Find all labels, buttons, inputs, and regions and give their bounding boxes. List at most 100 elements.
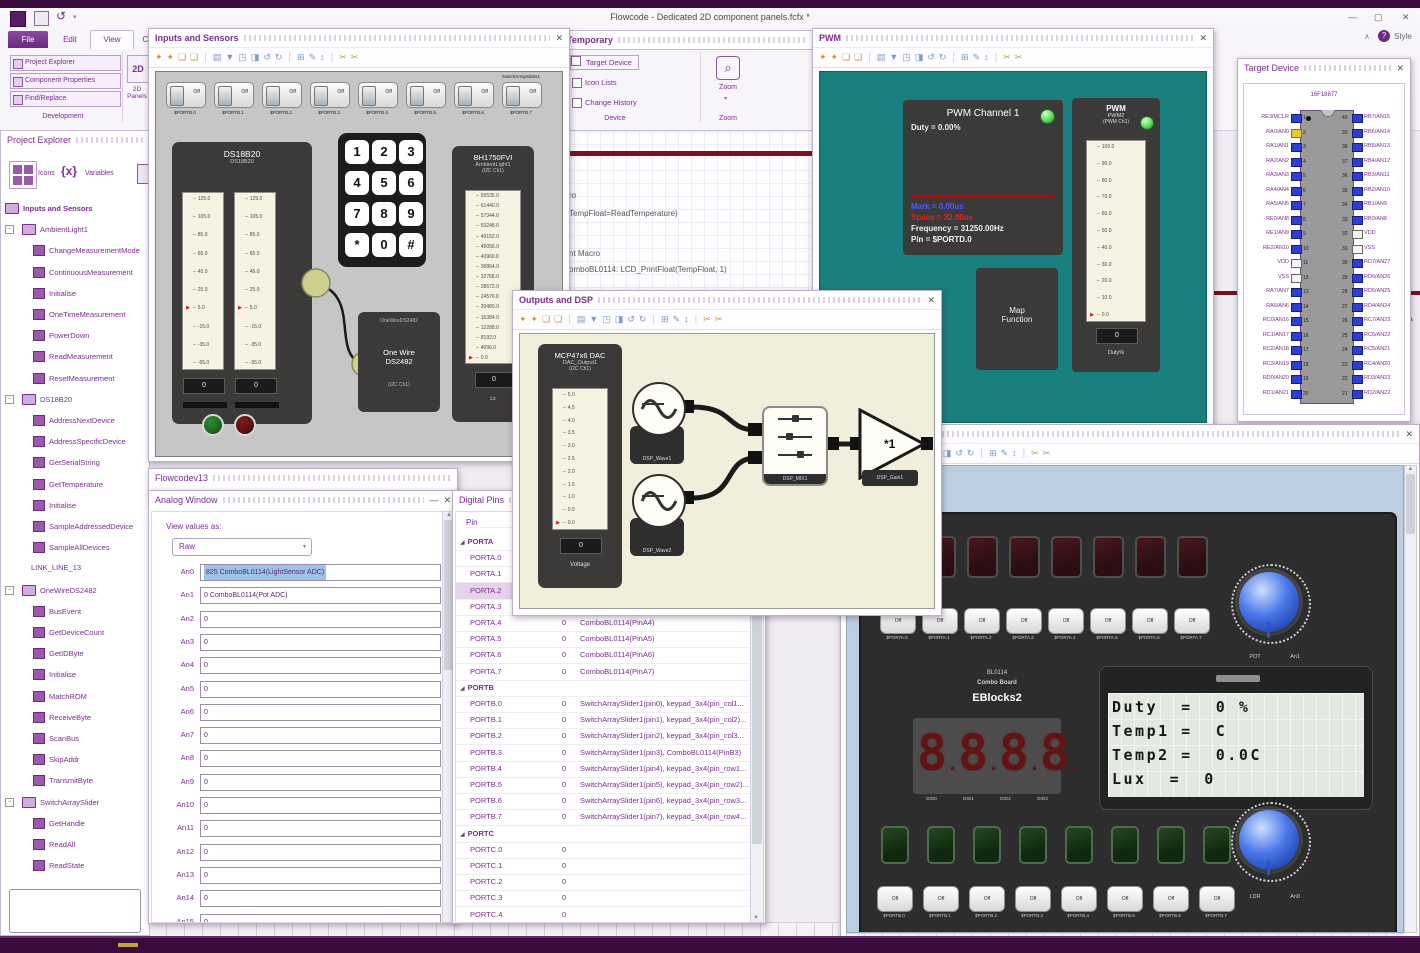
keypad-key-5[interactable]: 5 bbox=[372, 171, 396, 195]
analog-window-header[interactable]: Analog Window — ✕ bbox=[149, 491, 457, 509]
analog-row-input[interactable]: 825 ComboBL0114(LightSensor ADC) bbox=[200, 564, 441, 581]
inputs-canvas[interactable]: Off$PORTB.0Off$PORTB.1Off$PORTB.2Off$POR… bbox=[155, 71, 563, 457]
pwm-toolbar[interactable]: ✦✦❏❏|▤▼◳◨↺↻|⊞✎↕|✂✂ bbox=[813, 47, 1213, 68]
toolbar-icon[interactable]: ◳ bbox=[602, 315, 611, 324]
switch-$PORTB.4[interactable]: Off bbox=[358, 82, 398, 108]
expand-icon[interactable]: − bbox=[5, 225, 14, 234]
keypad-key-3[interactable]: 3 bbox=[399, 140, 423, 164]
board-button-$PORTB.4[interactable]: Off bbox=[1061, 886, 1097, 912]
toolbar-icon[interactable]: ▼ bbox=[889, 53, 898, 62]
tree-item-ResetMeasurement[interactable]: ResetMeasurement bbox=[5, 373, 114, 384]
tree-item-SampleAddressedDevice[interactable]: SampleAddressedDevice bbox=[5, 521, 133, 532]
tree-item-OneWireDS2482[interactable]: −OneWireDS2482 bbox=[5, 585, 97, 596]
digital-pin-row[interactable]: PORTB.10SwitchArraySlider1(pin1), keypad… bbox=[456, 712, 750, 729]
board-button-$PORTB.6[interactable]: Off bbox=[1153, 886, 1189, 912]
tree-item-ChangeMeasurementMode[interactable]: ChangeMeasurementMode bbox=[5, 245, 140, 256]
keypad-key-1[interactable]: 1 bbox=[345, 140, 369, 164]
keypad-key-8[interactable]: 8 bbox=[372, 202, 396, 226]
digital-pin-row[interactable]: PORTC.30 bbox=[456, 890, 750, 907]
tree-item-ContinuousMeasurement[interactable]: ContinuousMeasurement bbox=[5, 267, 133, 278]
tree-item-TransmitByte[interactable]: TransmitByte bbox=[5, 775, 93, 786]
tab-file[interactable]: File bbox=[8, 31, 48, 48]
minimize-icon[interactable]: — bbox=[429, 496, 438, 505]
ldr-knob[interactable] bbox=[1239, 810, 1299, 870]
inputs-panel-header[interactable]: Inputs and Sensors ✕ bbox=[149, 29, 569, 47]
toolbar-icon[interactable]: ✦ bbox=[519, 315, 527, 324]
keypad-key-4[interactable]: 4 bbox=[345, 171, 369, 195]
switch-rocker[interactable] bbox=[458, 86, 472, 106]
toolbar-icon[interactable]: ✦ bbox=[167, 53, 175, 62]
switch-rocker[interactable] bbox=[410, 86, 424, 106]
toolbar-icon[interactable]: ↺ bbox=[263, 53, 271, 62]
toolbar-icon[interactable]: ✂ bbox=[1043, 449, 1051, 458]
toolbar-icon[interactable]: ✦ bbox=[819, 53, 827, 62]
tree-item-ReadAll[interactable]: ReadAll bbox=[5, 839, 75, 850]
tree-item-Initialise[interactable]: Initialise bbox=[5, 669, 76, 680]
dac-scale[interactable]: –5.0–4.5–4.0–3.5–3.0–2.5–2.0–1.5–1.0–0.5… bbox=[552, 388, 608, 530]
digital-pin-row[interactable]: PORTB.50SwitchArraySlider1(pin5), keypad… bbox=[456, 777, 750, 794]
onewire-component[interactable]: OneWireDS2482 One Wire DS2482 (I2C Ch1) bbox=[358, 312, 440, 412]
toolbar-icon[interactable]: ❏ bbox=[854, 53, 862, 62]
switch-$PORTB.1[interactable]: Off bbox=[214, 82, 254, 108]
board-button-$PORTB.7[interactable]: Off bbox=[1199, 886, 1235, 912]
toolbar-icon[interactable]: ✎ bbox=[673, 315, 681, 324]
toolbar-icon[interactable]: ❏ bbox=[542, 315, 550, 324]
tree-item-Initialise[interactable]: Initialise bbox=[5, 288, 76, 299]
digital-pin-row[interactable]: PORTC.00 bbox=[456, 842, 750, 859]
toolbar-icon[interactable]: ◨ bbox=[943, 449, 952, 458]
digital-pin-row[interactable]: PORTC.10 bbox=[456, 858, 750, 875]
digital-pin-row[interactable]: PORTB.40SwitchArraySlider1(pin4), keypad… bbox=[456, 761, 750, 778]
analog-row-input[interactable]: 0 bbox=[200, 867, 441, 884]
toolbar-icon[interactable]: ▼ bbox=[225, 53, 234, 62]
ds18b20-component[interactable]: DS18B20 DS18B20 –125.0–105.0–85.0–65.0–4… bbox=[172, 142, 312, 424]
toolbar-icon[interactable]: ↻ bbox=[939, 53, 947, 62]
map-function-component[interactable]: Map Function bbox=[976, 268, 1058, 370]
toolbar-icon[interactable]: ✂ bbox=[715, 315, 723, 324]
toolbar-icon[interactable]: ✂ bbox=[1003, 53, 1011, 62]
toolbar-icon[interactable]: ✦ bbox=[155, 53, 163, 62]
digital-pin-row[interactable]: PORTA.50ComboBL0114(PinA5) bbox=[456, 631, 750, 648]
analog-row-input[interactable]: 0 bbox=[200, 611, 441, 628]
analog-row-input[interactable]: 0 bbox=[200, 844, 441, 861]
project-explorer-header[interactable]: Project Explorer bbox=[1, 131, 149, 149]
tree-item-Inputs and Sensors[interactable]: Inputs and Sensors bbox=[5, 203, 93, 214]
toolbar-icon[interactable]: ▤ bbox=[213, 53, 222, 62]
toolbar-icon[interactable]: ❏ bbox=[842, 53, 850, 62]
toolbar-icon[interactable]: ↻ bbox=[639, 315, 647, 324]
digital-pin-row[interactable]: PORTB.00SwitchArraySlider1(pin0), keypad… bbox=[456, 696, 750, 713]
keypad-key-7[interactable]: 7 bbox=[345, 202, 369, 226]
digital-pin-row[interactable]: PORTA.70ComboBL0114(PinA7) bbox=[456, 664, 750, 681]
toolbar-icon[interactable]: ✂ bbox=[703, 315, 711, 324]
digital-pin-row[interactable]: PORTA.60ComboBL0114(PinA6) bbox=[456, 647, 750, 664]
ds18b20-scale-2[interactable]: –125.0–105.0–85.0–65.0–45.0–25.0▶–5.0–-1… bbox=[234, 192, 276, 370]
tree-item-Initialise[interactable]: Initialise bbox=[5, 500, 76, 511]
switch-$PORTB.2[interactable]: Off bbox=[262, 82, 302, 108]
scroll-thumb[interactable] bbox=[1406, 474, 1415, 534]
toolbar-icon[interactable]: ↺ bbox=[955, 449, 963, 458]
toolbar-icon[interactable]: ⊞ bbox=[989, 449, 997, 458]
explorer-tab-icons[interactable] bbox=[9, 161, 37, 189]
toolbar-icon[interactable]: ↕ bbox=[1012, 449, 1017, 458]
board-vscrollbar[interactable]: ▲ bbox=[1404, 465, 1417, 933]
tree-item-ScanBus[interactable]: ScanBus bbox=[5, 733, 79, 744]
app-icon[interactable] bbox=[10, 11, 26, 27]
main-hscrollbar[interactable] bbox=[148, 922, 838, 937]
board-button-$PORTB.5[interactable]: Off bbox=[1107, 886, 1143, 912]
analog-row-input[interactable]: 0 bbox=[200, 820, 441, 837]
toolbar-icon[interactable]: ❏ bbox=[190, 53, 198, 62]
board-button-$PORTB.1[interactable]: Off bbox=[923, 886, 959, 912]
switch-rocker[interactable] bbox=[362, 86, 376, 106]
analog-row-input[interactable]: 0 bbox=[200, 681, 441, 698]
minimize-button[interactable]: — bbox=[1348, 12, 1357, 22]
expand-icon[interactable]: − bbox=[5, 395, 14, 404]
view-mode-dropdown[interactable]: Raw ▾ bbox=[172, 538, 312, 556]
digital-pin-row[interactable]: ◢PORTB bbox=[456, 680, 750, 697]
analog-row-input[interactable]: 0 bbox=[200, 634, 441, 651]
dac-component[interactable]: MCP47x6 DAC DAC_Output1 (I2C Ch1) –5.0–4… bbox=[538, 344, 622, 588]
tree-item-ReadMeasurement[interactable]: ReadMeasurement bbox=[5, 351, 113, 362]
toolbar-icon[interactable]: ✎ bbox=[1001, 449, 1009, 458]
toolbar-icon[interactable]: ✎ bbox=[309, 53, 317, 62]
maximize-button[interactable]: ▢ bbox=[1374, 12, 1383, 23]
toolbar-icon[interactable]: ✎ bbox=[973, 53, 981, 62]
switch-rocker[interactable] bbox=[266, 86, 280, 106]
